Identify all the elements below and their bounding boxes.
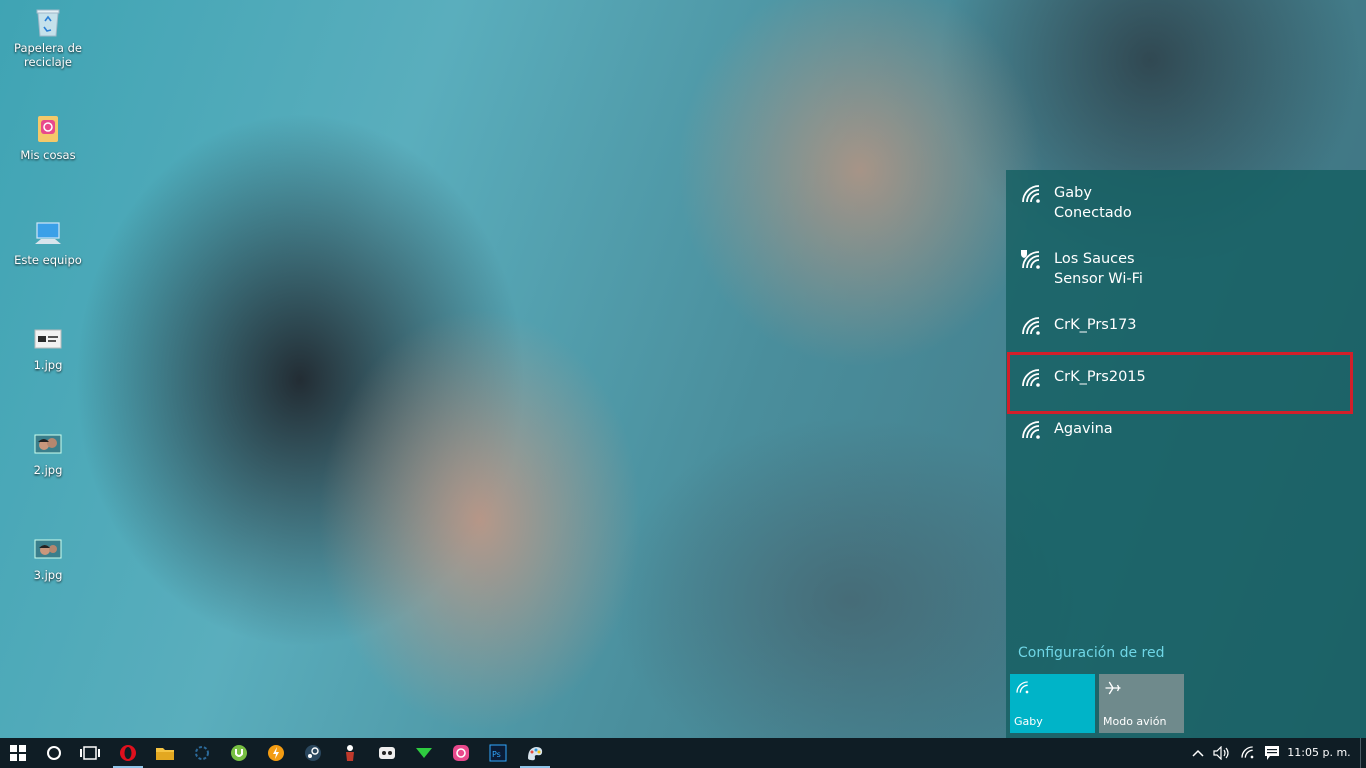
show-desktop-button[interactable] (1360, 738, 1366, 768)
recycle-bin-icon (32, 6, 64, 38)
network-name: CrK_Prs173 (1054, 317, 1137, 333)
search-circle-icon (47, 746, 61, 760)
search-button[interactable] (36, 738, 72, 768)
folder-app-icon (32, 113, 64, 145)
lightning-app-icon (268, 745, 284, 761)
wifi-secured-icon (1021, 250, 1040, 269)
taskbar-app-game-figure[interactable] (332, 738, 368, 768)
taskbar-app-loader[interactable] (184, 738, 220, 768)
network-settings-link[interactable]: Configuración de red (1018, 645, 1165, 661)
taskbar: Ps 11:05 p. m. (0, 738, 1366, 768)
taskbar-app-arrow[interactable] (406, 738, 442, 768)
network-tray-button[interactable] (1236, 738, 1260, 768)
desktop-icon-label: Papelera de reciclaje (14, 41, 82, 69)
network-name: Agavina (1054, 421, 1113, 437)
airplane-icon (1105, 681, 1121, 695)
opera-icon (120, 745, 136, 761)
taskbar-app-paint[interactable] (517, 738, 553, 768)
utorrent-icon (231, 745, 247, 761)
desktop-icon-label: 3.jpg (33, 568, 63, 582)
controller-icon (379, 747, 395, 759)
task-view-button[interactable] (72, 738, 108, 768)
desktop-icon-este-equipo[interactable]: Este equipo (8, 218, 88, 267)
desktop-icon-label: 2.jpg (33, 463, 63, 477)
wifi-icon (1022, 185, 1040, 203)
taskbar-app-explorer[interactable] (147, 738, 183, 768)
desktop-icon-label: 1.jpg (33, 358, 63, 372)
network-item-gaby[interactable]: Gaby Conectado (1006, 183, 1366, 227)
paint-app-icon (528, 747, 543, 761)
desktop-icon-label: Este equipo (14, 253, 82, 267)
show-hidden-icons-button[interactable] (1188, 738, 1208, 768)
network-status: Conectado (1054, 205, 1132, 221)
taskbar-app-utorrent[interactable] (221, 738, 257, 768)
taskbar-clock[interactable]: 11:05 p. m. (1286, 738, 1352, 768)
loader-icon (195, 746, 209, 760)
network-item-crk-prs173[interactable]: CrK_Prs173 (1006, 315, 1366, 339)
arrow-app-icon (416, 748, 432, 758)
network-status: Sensor Wi-Fi (1054, 271, 1143, 287)
desktop-wallpaper: Papelera de reciclaje Mis cosas Este equ… (0, 0, 1366, 738)
desktop-icon-1jpg[interactable]: 1.jpg (8, 323, 88, 372)
task-view-icon (80, 746, 100, 760)
network-flyout: Gaby Conectado Los Sauces Sensor Wi-Fi C… (1006, 170, 1366, 738)
wifi-icon (1016, 681, 1029, 694)
wifi-quick-action-tile[interactable]: Gaby (1010, 674, 1095, 733)
taskbar-app-steam[interactable] (295, 738, 331, 768)
wifi-icon (1022, 421, 1040, 439)
desktop-icon-label: Mis cosas (20, 148, 76, 162)
highlight-box (1007, 352, 1353, 414)
desktop-icon-2jpg[interactable]: 2.jpg (8, 428, 88, 477)
network-item-agavina[interactable]: Agavina (1006, 419, 1366, 443)
desktop-icon-mis-cosas[interactable]: Mis cosas (8, 113, 88, 162)
taskbar-app-opera[interactable] (110, 738, 146, 768)
image-file-icon (32, 533, 64, 565)
desktop-icon-recycle-bin[interactable]: Papelera de reciclaje (8, 6, 88, 69)
wifi-icon (1022, 317, 1040, 335)
desktop-icon-3jpg[interactable]: 3.jpg (8, 533, 88, 582)
airplane-mode-tile[interactable]: Modo avión (1099, 674, 1184, 733)
speaker-icon (1213, 746, 1229, 760)
network-name: Los Sauces (1054, 251, 1135, 267)
network-item-los-sauces[interactable]: Los Sauces Sensor Wi-Fi (1006, 249, 1366, 293)
windows-logo-icon (10, 745, 26, 761)
image-file-icon (32, 323, 64, 355)
notification-icon (1265, 746, 1279, 760)
steam-icon (305, 745, 321, 761)
taskbar-app-photoshop[interactable]: Ps (480, 738, 516, 768)
network-name: Gaby (1054, 185, 1092, 201)
image-file-icon (32, 428, 64, 460)
wifi-icon (1241, 746, 1254, 759)
svg-text:Ps: Ps (492, 750, 501, 759)
camera-app-icon (453, 745, 469, 761)
volume-button[interactable] (1210, 738, 1234, 768)
chevron-up-icon (1192, 749, 1204, 757)
game-figure-icon (346, 745, 354, 761)
taskbar-app-lightning[interactable] (258, 738, 294, 768)
action-center-button[interactable] (1260, 738, 1284, 768)
tile-label: Modo avión (1103, 715, 1167, 728)
taskbar-app-controller[interactable] (369, 738, 405, 768)
photoshop-icon: Ps (489, 744, 507, 762)
computer-icon (32, 218, 64, 250)
tile-label: Gaby (1014, 715, 1043, 728)
start-button[interactable] (0, 738, 36, 768)
file-explorer-icon (156, 748, 174, 760)
taskbar-app-camera[interactable] (443, 738, 479, 768)
